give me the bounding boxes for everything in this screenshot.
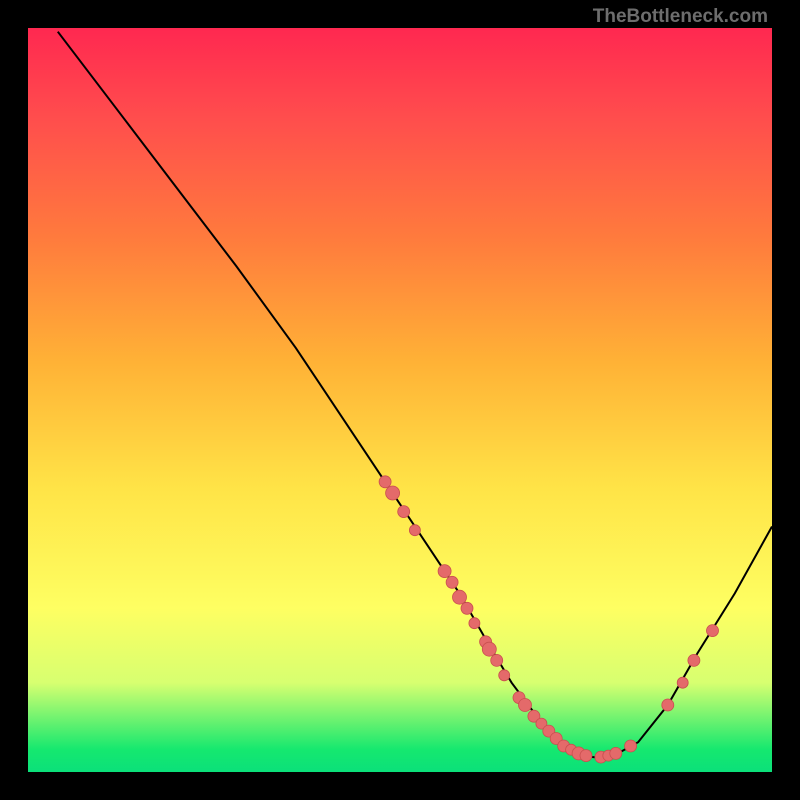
watermark-text: TheBottleneck.com xyxy=(593,6,768,28)
data-point xyxy=(707,625,719,637)
data-point xyxy=(688,654,700,666)
data-point xyxy=(446,576,458,588)
data-point xyxy=(662,699,674,711)
data-point xyxy=(438,565,451,578)
data-point xyxy=(519,699,532,712)
data-point xyxy=(453,590,467,604)
data-points xyxy=(379,476,718,763)
data-point xyxy=(461,602,473,614)
chart-svg xyxy=(28,28,772,772)
data-point xyxy=(379,476,391,488)
data-point xyxy=(580,750,592,762)
data-point xyxy=(482,642,496,656)
data-point xyxy=(625,740,637,752)
data-point xyxy=(398,506,410,518)
data-point xyxy=(677,677,688,688)
data-point xyxy=(386,486,400,500)
data-point xyxy=(499,670,510,681)
bottleneck-curve xyxy=(58,32,772,759)
data-point xyxy=(610,747,622,759)
data-point xyxy=(469,618,480,629)
data-point xyxy=(491,654,503,666)
chart-frame: TheBottleneck.com xyxy=(0,0,800,800)
plot-area xyxy=(28,28,772,772)
data-point xyxy=(409,525,420,536)
